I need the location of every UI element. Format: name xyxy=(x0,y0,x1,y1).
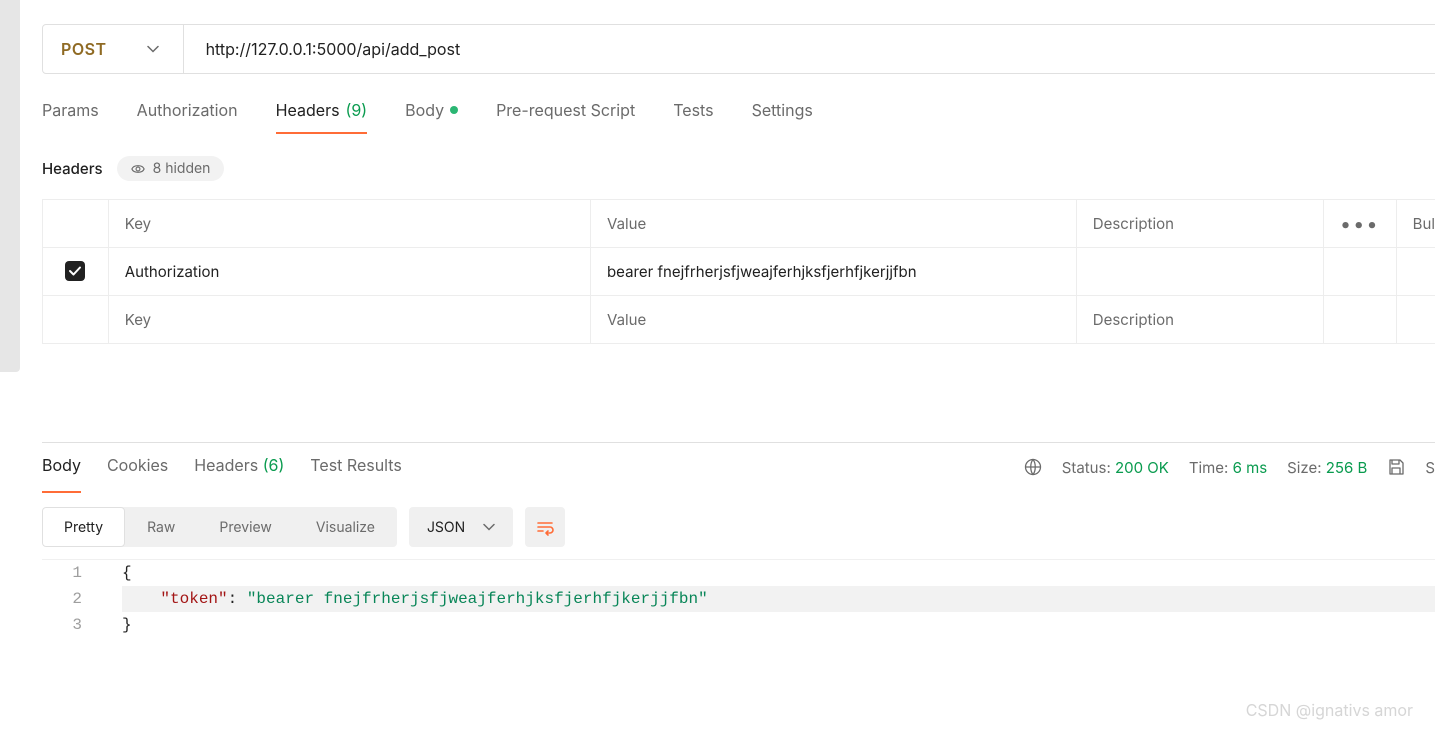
status-label: Status: xyxy=(1062,458,1111,477)
new-key-input[interactable]: Key xyxy=(108,296,590,344)
format-dropdown[interactable]: JSON xyxy=(409,507,513,547)
line-number: 1 xyxy=(42,564,102,582)
rtab-headers[interactable]: Headers (6) xyxy=(194,455,284,479)
header-key-cell[interactable]: Authorization xyxy=(108,248,590,296)
new-value-input[interactable]: Value xyxy=(591,296,1077,344)
headers-title: Headers xyxy=(42,159,103,178)
globe-icon[interactable] xyxy=(1024,458,1042,476)
view-mode-segment: Pretty Raw Preview Visualize xyxy=(42,507,397,547)
new-desc-input[interactable]: Description xyxy=(1076,296,1323,344)
size-label: Size: xyxy=(1287,458,1321,477)
watermark: CSDN @ignativs amor xyxy=(1246,700,1413,720)
format-label: JSON xyxy=(427,519,465,536)
rtab-cookies[interactable]: Cookies xyxy=(107,455,168,479)
response-viewbar: Pretty Raw Preview Visualize JSON xyxy=(42,507,1435,547)
row-checkbox[interactable] xyxy=(65,261,85,281)
col-description: Description xyxy=(1076,200,1323,248)
rtab-test-results[interactable]: Test Results xyxy=(310,455,402,479)
tab-params[interactable]: Params xyxy=(42,100,99,134)
unsaved-dot-icon xyxy=(450,106,458,114)
view-pretty[interactable]: Pretty xyxy=(42,507,125,547)
tab-headers-count: (9) xyxy=(346,100,368,120)
col-value: Value xyxy=(591,200,1077,248)
response-panel: Body Cookies Headers (6) Test Results St… xyxy=(42,442,1435,638)
tab-headers[interactable]: Headers (9) xyxy=(276,100,368,134)
view-visualize[interactable]: Visualize xyxy=(294,507,397,547)
tab-body[interactable]: Body xyxy=(405,100,458,134)
code-token: "token" xyxy=(160,590,227,608)
status-value: 200 OK xyxy=(1115,458,1169,477)
code-token xyxy=(122,590,160,608)
view-raw[interactable]: Raw xyxy=(125,507,197,547)
wrap-lines-button[interactable] xyxy=(525,507,565,547)
http-method-label: POST xyxy=(61,39,107,59)
tab-tests[interactable]: Tests xyxy=(673,100,713,134)
eye-icon xyxy=(131,162,145,176)
hidden-headers-toggle[interactable]: 8 hidden xyxy=(117,156,225,181)
response-tabs: Body Cookies Headers (6) Test Results St… xyxy=(42,443,1435,491)
rtab-headers-label: Headers xyxy=(194,455,258,475)
size-value: 256 B xyxy=(1326,458,1368,477)
tab-settings[interactable]: Settings xyxy=(752,100,813,134)
time-value: 6 ms xyxy=(1233,458,1268,477)
response-body[interactable]: 1 { 2 "token" : "bearer fnejfrherjsfjwea… xyxy=(42,559,1435,638)
header-desc-cell[interactable] xyxy=(1076,248,1323,296)
save-extra: S xyxy=(1425,458,1435,477)
table-row-new[interactable]: Key Value Description xyxy=(43,296,1435,344)
tab-authorization[interactable]: Authorization xyxy=(137,100,238,134)
request-bar: POST xyxy=(42,24,1435,74)
request-tabs: Params Authorization Headers (9) Body Pr… xyxy=(42,100,1435,134)
more-options-icon[interactable]: ••• xyxy=(1340,212,1380,236)
view-preview[interactable]: Preview xyxy=(197,507,294,547)
rtab-headers-count: (6) xyxy=(263,455,285,475)
code-token: : xyxy=(228,590,247,608)
tab-headers-label: Headers xyxy=(276,100,340,120)
http-method-dropdown[interactable]: POST xyxy=(43,25,184,73)
code-token: } xyxy=(122,616,132,634)
response-meta: Status: 200 OK Time: 6 ms Size: 256 B S xyxy=(1024,458,1435,477)
tab-prerequest[interactable]: Pre-request Script xyxy=(496,100,635,134)
wrap-icon xyxy=(535,517,555,537)
save-icon[interactable] xyxy=(1387,458,1405,476)
line-number: 3 xyxy=(42,616,102,634)
code-token: "bearer fnejfrherjsfjweajferhjksfjerhfjk… xyxy=(247,590,708,608)
code-token: { xyxy=(122,564,132,582)
chevron-down-icon xyxy=(483,521,495,533)
time-label: Time: xyxy=(1189,458,1229,477)
rtab-body[interactable]: Body xyxy=(42,455,81,479)
headers-table: Key Value Description ••• Bul Authorizat… xyxy=(42,199,1435,344)
headers-section-row: Headers 8 hidden xyxy=(42,156,1435,181)
col-key: Key xyxy=(108,200,590,248)
chevron-down-icon xyxy=(147,43,159,55)
hidden-headers-label: 8 hidden xyxy=(153,160,211,177)
line-number: 2 xyxy=(42,590,102,608)
url-input[interactable] xyxy=(184,25,1435,73)
table-row[interactable]: Authorization bearer fnejfrherjsfjweajfe… xyxy=(43,248,1435,296)
tab-body-label: Body xyxy=(405,100,444,120)
table-header-row: Key Value Description ••• Bul xyxy=(43,200,1435,248)
check-icon xyxy=(68,264,82,278)
header-value-cell[interactable]: bearer fnejfrherjsfjweajferhjksfjerhfjke… xyxy=(591,248,1077,296)
left-scrollbar[interactable] xyxy=(0,0,20,372)
bulk-edit-link[interactable]: Bul xyxy=(1396,200,1435,248)
